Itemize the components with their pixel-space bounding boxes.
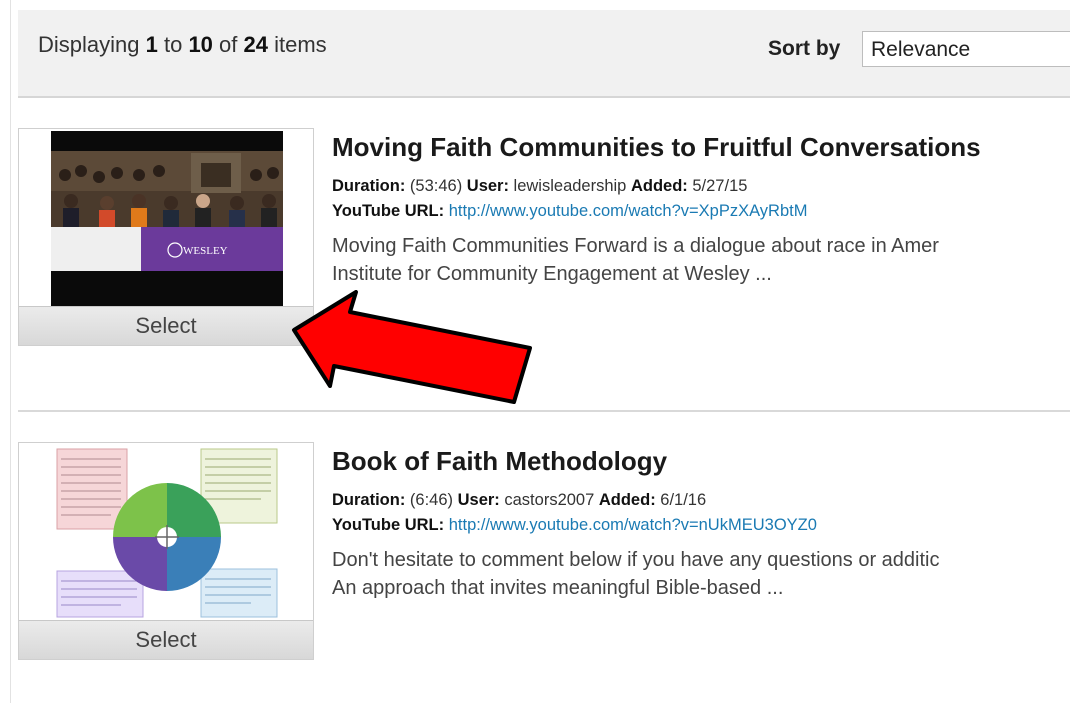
sort-select[interactable]: Relevance — [862, 31, 1070, 67]
range-end: 10 — [188, 32, 213, 57]
result-url-row: YouTube URL: http://www.youtube.com/watc… — [332, 202, 807, 221]
duration-value: (6:46) — [405, 491, 458, 509]
range-to: to — [157, 32, 189, 57]
result-title[interactable]: Moving Faith Communities to Fruitful Con… — [332, 132, 981, 163]
youtube-url-label: YouTube URL: — [332, 516, 445, 534]
red-arrow-annotation — [292, 290, 532, 404]
added-value: 5/27/15 — [687, 177, 748, 195]
user-value: castors2007 — [499, 491, 599, 509]
description-line: An approach that invites meaningful Bibl… — [332, 577, 784, 599]
select-button[interactable]: Select — [19, 306, 313, 345]
select-button[interactable]: Select — [19, 620, 313, 659]
left-border — [10, 0, 11, 703]
added-label: Added: — [630, 177, 688, 195]
youtube-url-link[interactable]: http://www.youtube.com/watch?v=XpPzXAyRb… — [449, 202, 808, 220]
range-of: of — [212, 32, 244, 57]
display-prefix: Displaying — [38, 32, 146, 57]
panel-discussion-thumbnail: WESLEY — [51, 131, 283, 307]
youtube-url-link[interactable]: http://www.youtube.com/watch?v=nUkMEU3OY… — [449, 516, 817, 534]
thumbnail-box: Select — [18, 442, 314, 660]
result-divider — [18, 410, 1070, 412]
result-description: Don't hesitate to comment below if you h… — [332, 546, 1070, 602]
results-toolbar: Displaying 1 to 10 of 24 items Sort by R… — [18, 10, 1070, 98]
description-line: Institute for Community Engagement at We… — [332, 263, 772, 285]
added-value: 6/1/16 — [655, 491, 707, 509]
description-line: Moving Faith Communities Forward is a di… — [332, 235, 939, 257]
result-title[interactable]: Book of Faith Methodology — [332, 446, 667, 477]
youtube-url-label: YouTube URL: — [332, 202, 445, 220]
duration-value: (53:46) — [405, 177, 467, 195]
video-thumbnail[interactable]: WESLEY — [51, 131, 283, 307]
thumbnail-banner-text: WESLEY — [183, 245, 228, 257]
display-suffix: items — [267, 32, 327, 57]
user-label: User: — [457, 491, 500, 509]
display-count: Displaying 1 to 10 of 24 items — [38, 32, 327, 58]
result-meta: Duration: (6:46) User: castors2007 Added… — [332, 491, 706, 510]
result-meta: Duration: (53:46) User: lewisleadership … — [332, 177, 747, 196]
total-count: 24 — [243, 32, 268, 57]
description-line: Don't hesitate to comment below if you h… — [332, 549, 940, 571]
user-label: User: — [466, 177, 509, 195]
user-value: lewisleadership — [508, 177, 631, 195]
result-url-row: YouTube URL: http://www.youtube.com/watc… — [332, 516, 817, 535]
result-description: Moving Faith Communities Forward is a di… — [332, 232, 1070, 288]
duration-label: Duration: — [332, 491, 406, 509]
range-start: 1 — [145, 32, 158, 57]
duration-label: Duration: — [332, 177, 406, 195]
thumbnail-box: WESLEY Select — [18, 128, 314, 346]
methodology-diagram-thumbnail — [51, 445, 283, 621]
added-label: Added: — [598, 491, 656, 509]
sort-label: Sort by — [768, 37, 841, 60]
video-search-results: Displaying 1 to 10 of 24 items Sort by R… — [0, 0, 1070, 703]
video-thumbnail[interactable] — [51, 445, 283, 621]
